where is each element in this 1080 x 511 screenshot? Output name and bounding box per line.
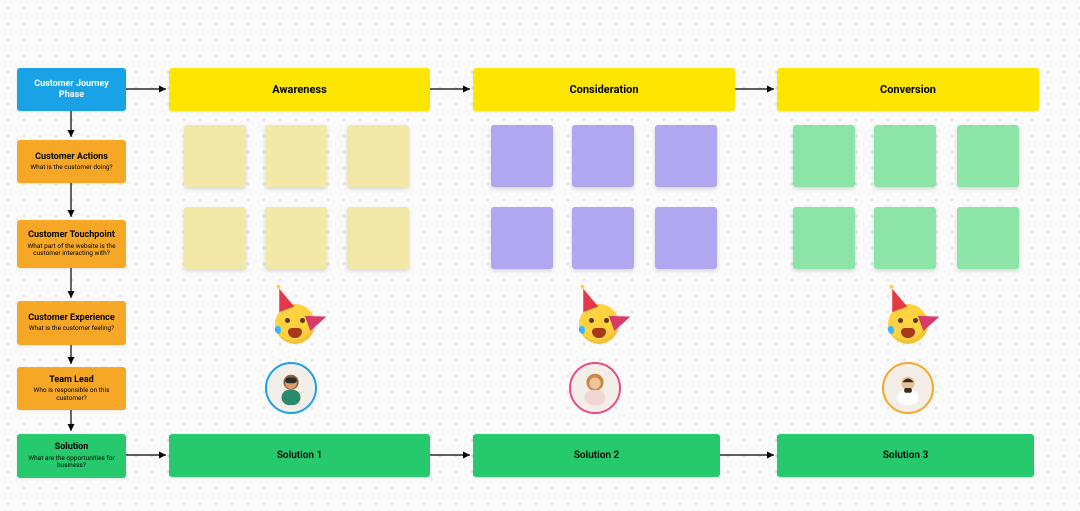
sticky-note[interactable] [572,207,634,269]
row-title: Customer Experience [28,313,114,323]
sticky-note[interactable] [184,207,246,269]
sticky-note[interactable] [572,125,634,187]
row-card-teamlead[interactable]: Team Lead Who is responsible on this cus… [17,367,126,410]
phase-header-awareness[interactable]: Awareness [169,68,430,111]
sticky-note[interactable] [957,207,1019,269]
party-face-icon[interactable] [271,296,323,348]
row-subtitle: What is the customer feeling? [29,325,115,332]
sticky-note[interactable] [655,207,717,269]
avatar[interactable] [569,362,621,414]
phase-header-title: Customer Journey Phase [21,79,122,100]
phase-header-card[interactable]: Customer Journey Phase [17,68,126,111]
row-title: Customer Actions [35,152,108,162]
sticky-note[interactable] [793,125,855,187]
sticky-note[interactable] [347,125,409,187]
solution-bar-2[interactable]: Solution 2 [473,434,720,477]
sticky-note[interactable] [793,207,855,269]
avatar[interactable] [882,362,934,414]
sticky-note[interactable] [957,125,1019,187]
solution-bar-1[interactable]: Solution 1 [169,434,430,477]
sticky-note[interactable] [491,207,553,269]
row-card-touchpoint[interactable]: Customer Touchpoint What part of the web… [17,220,126,268]
sticky-note[interactable] [874,125,936,187]
row-card-solution[interactable]: Solution What are the opportunities for … [17,434,126,478]
sticky-note[interactable] [874,207,936,269]
party-face-icon[interactable] [575,296,627,348]
row-subtitle: Who is responsible on this customer? [21,387,122,402]
party-face-icon[interactable] [884,296,936,348]
row-title: Customer Touchpoint [28,230,115,240]
row-card-actions[interactable]: Customer Actions What is the customer do… [17,140,126,183]
phase-header-conversion[interactable]: Conversion [777,68,1039,111]
row-title: Solution [55,442,89,452]
sticky-note[interactable] [347,207,409,269]
row-subtitle: What are the opportunities for business? [21,455,122,470]
sticky-note[interactable] [265,125,327,187]
row-card-experience[interactable]: Customer Experience What is the customer… [17,301,126,345]
row-subtitle: What part of the website is the customer… [21,243,122,258]
sticky-note[interactable] [265,207,327,269]
avatar[interactable] [265,362,317,414]
sticky-note[interactable] [184,125,246,187]
row-subtitle: What is the customer doing? [30,164,112,171]
sticky-note[interactable] [655,125,717,187]
phase-header-consideration[interactable]: Consideration [473,68,735,111]
sticky-note[interactable] [491,125,553,187]
row-title: Team Lead [49,375,94,385]
solution-bar-3[interactable]: Solution 3 [777,434,1034,477]
